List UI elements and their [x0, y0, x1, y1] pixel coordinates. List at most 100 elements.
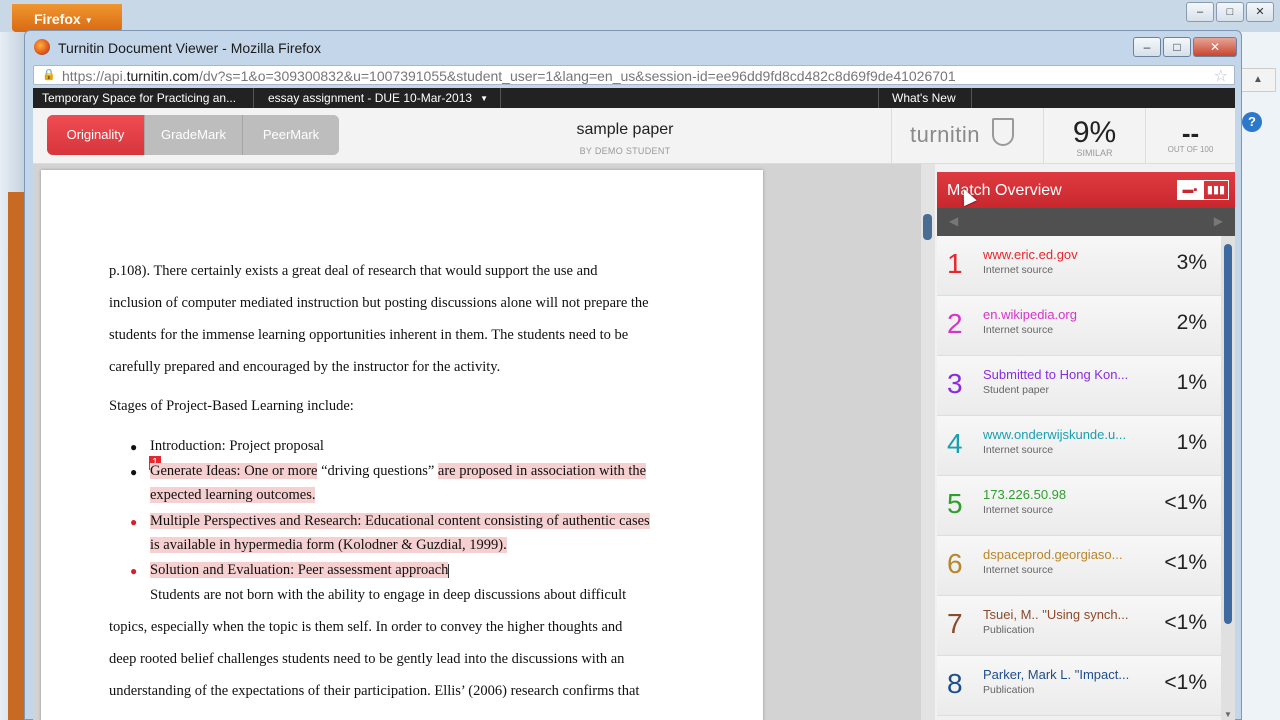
match-source-link[interactable]: 173.226.50.98 [983, 487, 1153, 502]
match-source-type: Internet source [983, 444, 1054, 456]
highlighted-match[interactable]: are proposed in association with the [437, 463, 647, 479]
match-percentage: <1% [1164, 671, 1207, 694]
tab-peermark[interactable]: PeerMark [243, 115, 339, 155]
lock-icon: 🔒 [42, 69, 56, 81]
paper-title: sample paper [576, 121, 674, 138]
similarity-value: 9% [1072, 116, 1117, 149]
list-view-icon[interactable]: ▬▪ [1177, 180, 1203, 200]
minimize-button[interactable]: – [1186, 2, 1214, 22]
match-source-type: Internet source [983, 564, 1054, 576]
close-button[interactable]: ✕ [1246, 2, 1274, 22]
close-button[interactable]: ✕ [1193, 37, 1237, 57]
match-number: 2 [947, 308, 963, 339]
firefox-menu-button[interactable]: Firefox ▼ [12, 4, 122, 32]
top-navigation: Temporary Space for Practicing an... ess… [33, 88, 1235, 108]
document-area: p.108). There certainly exists a great d… [33, 164, 923, 720]
background-left-edge [0, 32, 24, 720]
match-source-link[interactable]: www.onderwijskunde.u... [983, 427, 1153, 442]
match-source-link[interactable]: Tsuei, M.. "Using synch... [983, 607, 1153, 622]
nav-divider [253, 88, 254, 108]
document-scrollbar[interactable] [921, 164, 935, 720]
viewer-header: Originality GradeMark PeerMark sample pa… [33, 108, 1235, 164]
match-number: 3 [947, 368, 963, 399]
turnitin-popup-window: Turnitin Document Viewer - Mozilla Firef… [24, 30, 1242, 720]
bullet-item: Solution and Evaluation: Peer assessment… [150, 562, 450, 579]
match-source-link[interactable]: en.wikipedia.org [983, 307, 1153, 322]
nav-divider [878, 88, 879, 108]
tab-grademark[interactable]: GradeMark [145, 115, 243, 155]
match-item[interactable]: 1 www.eric.ed.gov Internet source 3% [937, 236, 1221, 296]
match-source-link[interactable]: dspaceprod.georgiaso... [983, 547, 1153, 562]
brand-name: turnitin [910, 122, 981, 147]
document-line: carefully prepared and encouraged by the… [109, 359, 501, 375]
class-name-link[interactable]: Temporary Space for Practicing an... [42, 91, 236, 105]
highlighted-match[interactable]: Solution and Evaluation: Peer assessment… [150, 562, 449, 578]
tab-originality[interactable]: Originality [47, 115, 145, 155]
highlighted-match[interactable]: Multiple Perspectives and Research: Educ… [150, 513, 650, 529]
grade-score[interactable]: -- OUT OF 100 [1145, 108, 1235, 164]
match-source-link[interactable]: Parker, Mark L. "Impact... [983, 667, 1153, 682]
background-orange-bar [8, 192, 24, 720]
bullet-icon: ● [130, 440, 138, 454]
match-item[interactable]: 7 Tsuei, M.. "Using synch... Publication <1… [937, 596, 1221, 656]
document-line: students for the immense learning opport… [109, 327, 629, 343]
bullet-item: Multiple Perspectives and Research: Educ… [150, 513, 650, 530]
scroll-down-icon[interactable]: ▼ [1224, 710, 1232, 719]
minimize-button[interactable]: – [1133, 37, 1161, 57]
document-line: Stages of Project-Based Learning include… [109, 398, 354, 414]
match-number: 6 [947, 548, 963, 579]
paper-author: BY DEMO STUDENT [579, 146, 671, 156]
nav-divider [971, 88, 972, 108]
view-toggle: ▬▪ ▮▮▮ [1177, 180, 1229, 200]
match-number: 7 [947, 608, 963, 639]
whats-new-link[interactable]: What's New [892, 91, 956, 105]
highlighted-match[interactable]: is available in hypermedia form (Kolodne… [150, 537, 507, 553]
match-item[interactable]: 4 www.onderwijskunde.u... Internet source 1… [937, 416, 1221, 476]
next-arrow-icon[interactable]: ▶ [1214, 214, 1223, 228]
scroll-thumb[interactable] [1224, 244, 1232, 624]
match-item[interactable]: 2 en.wikipedia.org Internet source 2% [937, 296, 1221, 356]
match-number: 1 [947, 248, 963, 279]
similarity-score[interactable]: 9% SIMILAR [1043, 108, 1145, 164]
turnitin-mark-icon [992, 118, 1014, 146]
bullet-item-continued: is available in hypermedia form (Kolodne… [150, 537, 507, 554]
match-source-type: Publication [983, 684, 1035, 696]
match-source-link[interactable]: Submitted to Hong Kon... [983, 367, 1153, 382]
match-pager: ◀ ▶ [937, 208, 1235, 236]
previous-arrow-icon[interactable]: ◀ [949, 214, 958, 228]
match-item[interactable]: 5 173.226.50.98 Internet source <1% [937, 476, 1221, 536]
bullet-icon: ● [130, 465, 138, 479]
highlighted-match[interactable]: Generate Ideas: One or more [150, 463, 318, 479]
text-cursor [448, 563, 450, 578]
assignment-label: essay assignment - DUE 10-Mar-2013 [268, 91, 473, 105]
window-titlebar: Turnitin Document Viewer - Mozilla Firef… [25, 31, 1241, 63]
scroll-thumb[interactable] [923, 214, 932, 240]
match-source-type: Student paper [983, 384, 1049, 396]
scroll-up-button[interactable]: ▲ [1240, 68, 1276, 92]
match-number: 5 [947, 488, 963, 519]
document-line: Students are not born with the ability t… [150, 587, 627, 603]
maximize-button[interactable]: □ [1216, 2, 1244, 22]
match-percentage: <1% [1164, 551, 1207, 574]
firefox-menu-label: Firefox [34, 11, 81, 27]
bullet-item: Generate Ideas: One or more “driving que… [150, 463, 647, 480]
match-list-scrollbar[interactable]: ▼ [1221, 236, 1235, 720]
match-item[interactable]: 6 dspaceprod.georgiaso... Internet source <… [937, 536, 1221, 596]
assignment-dropdown[interactable]: essay assignment - DUE 10-Mar-2013 ▼ [268, 91, 488, 105]
restore-button[interactable]: □ [1163, 37, 1191, 57]
match-overview-panel: Match Overview ▬▪ ▮▮▮ ◀ ▶ 1 www.eric.ed.g… [937, 172, 1235, 720]
highlighted-match[interactable]: expected learning outcomes. [150, 487, 316, 503]
similarity-label: SIMILAR [1076, 148, 1113, 158]
match-source-link[interactable]: www.eric.ed.gov [983, 247, 1153, 262]
address-bar[interactable]: 🔒 https://api.turnitin.com/dv?s=1&o=3093… [33, 65, 1235, 85]
match-source-type: Internet source [983, 324, 1054, 336]
match-item[interactable]: 8 Parker, Mark L. "Impact... Publication <1… [937, 656, 1221, 716]
window-controls: – □ ✕ [1133, 37, 1237, 57]
match-percentage: <1% [1164, 491, 1207, 514]
match-item[interactable]: 3 Submitted to Hong Kon... Student paper 1% [937, 356, 1221, 416]
bar-chart-icon[interactable]: ▮▮▮ [1203, 180, 1229, 200]
bullet-item-continued: expected learning outcomes. [150, 487, 316, 504]
help-icon[interactable]: ? [1242, 112, 1262, 132]
match-number: 8 [947, 668, 963, 699]
bookmark-star-icon[interactable]: ☆ [1214, 66, 1228, 84]
